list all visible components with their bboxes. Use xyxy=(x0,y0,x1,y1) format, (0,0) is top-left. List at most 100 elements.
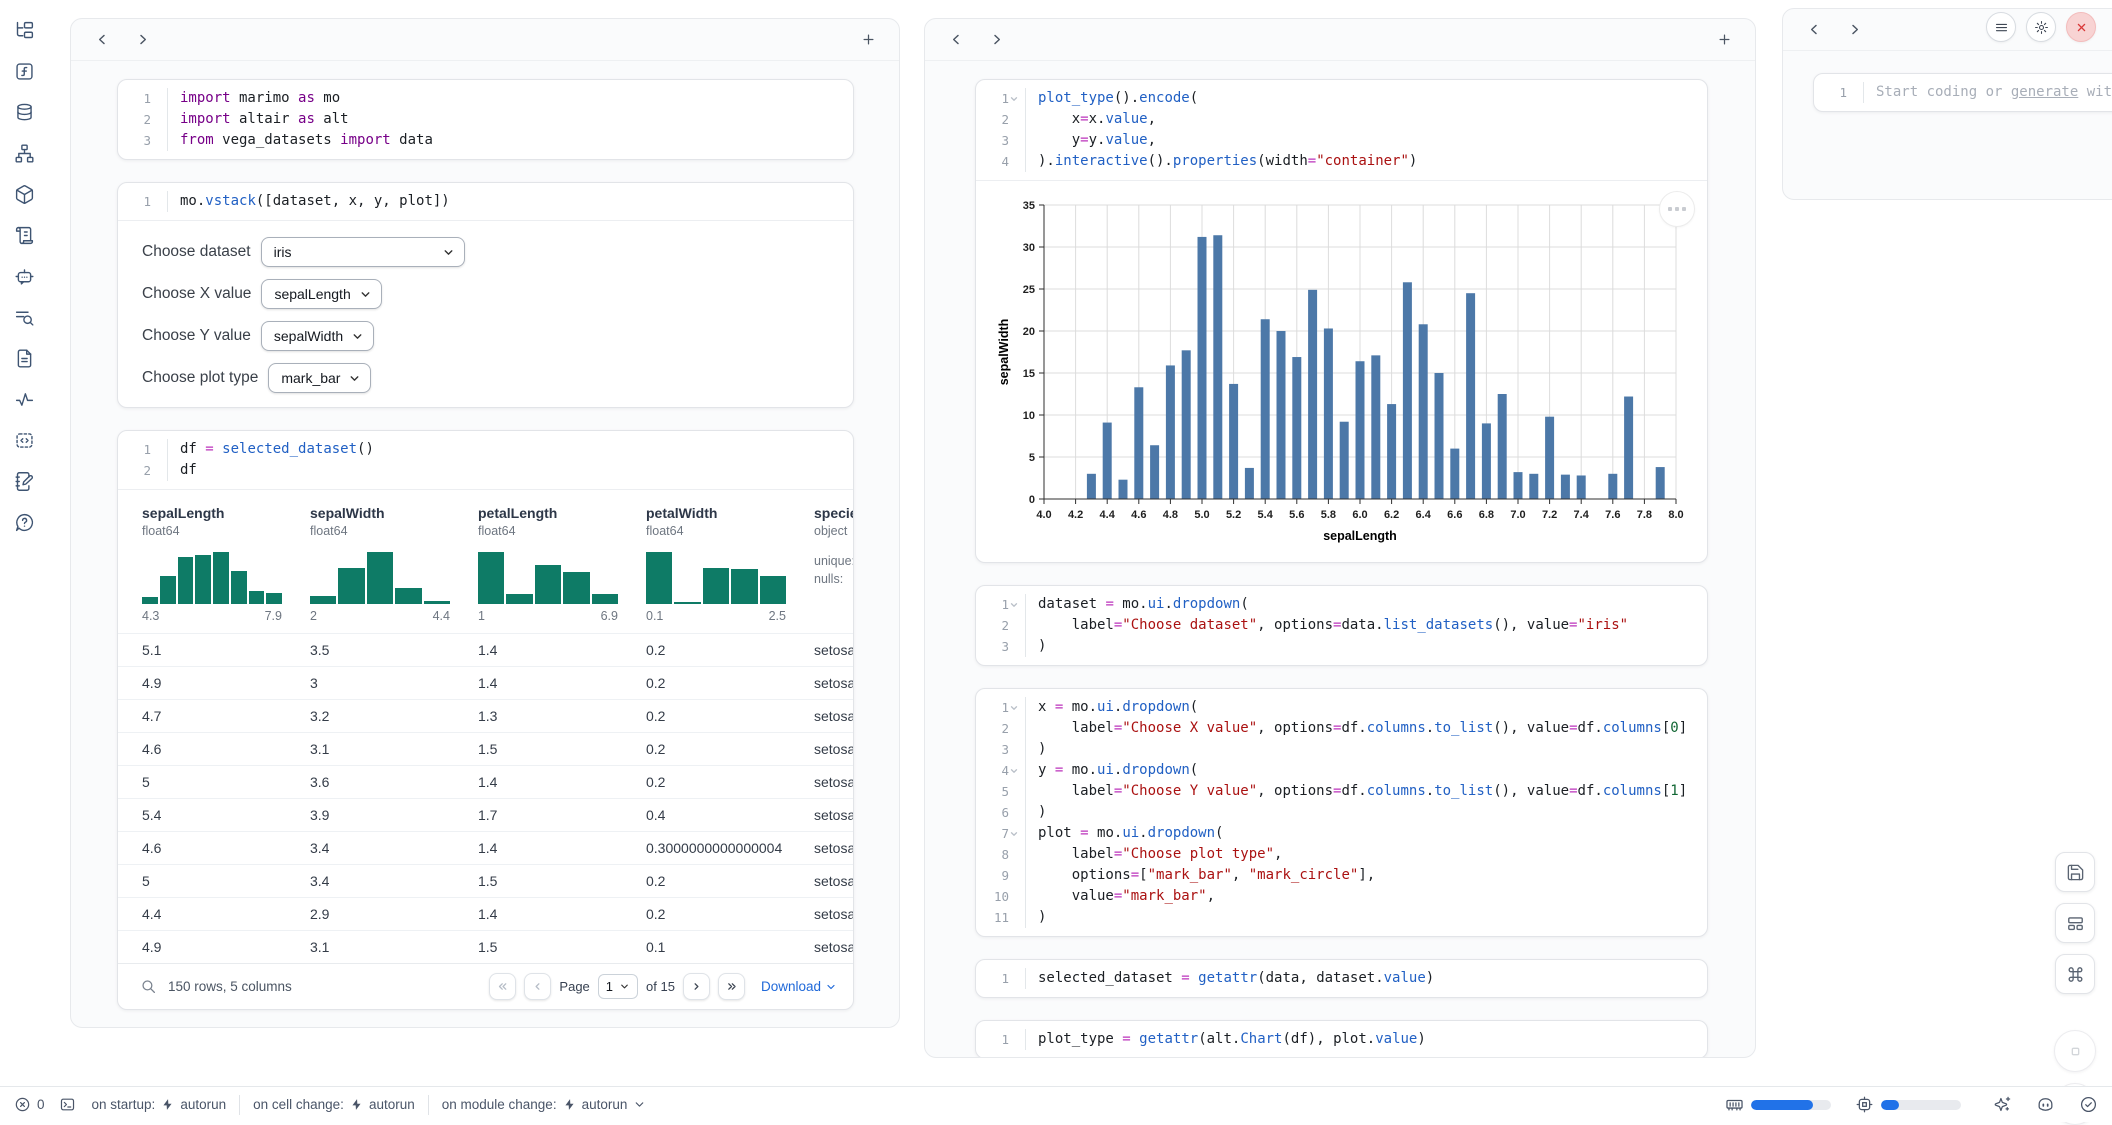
column-header-species[interactable]: speciesobjectunique:nulls: xyxy=(812,490,853,633)
on-module-change-setting[interactable]: on module change: autorun xyxy=(442,1097,647,1112)
documentation-icon[interactable] xyxy=(12,346,36,370)
dependency-graph-icon[interactable] xyxy=(12,141,36,165)
chevron-down-icon xyxy=(442,246,455,259)
table-row: 5.43.91.70.4setosa xyxy=(118,798,853,831)
search-icon[interactable] xyxy=(140,978,157,995)
close-icon[interactable] xyxy=(2066,12,2096,42)
code-line[interactable]: 8 label="Choose plot type", xyxy=(980,844,1697,865)
list-search-icon[interactable] xyxy=(12,305,36,329)
command-palette-icon[interactable] xyxy=(2055,954,2095,994)
column-header-sepalLength[interactable]: sepalLengthfloat644.37.9 xyxy=(140,490,308,633)
table-header-row: sepalLengthfloat644.37.9sepalWidthfloat6… xyxy=(118,490,853,633)
notebook-pen-icon[interactable] xyxy=(12,469,36,493)
svg-text:4.8: 4.8 xyxy=(1163,509,1178,521)
add-cell-icon[interactable] xyxy=(1711,27,1737,53)
code-line[interactable]: 1plot_type().encode( xyxy=(980,88,1697,109)
column-header-petalWidth[interactable]: petalWidthfloat640.12.5 xyxy=(644,490,812,633)
choose-y-value-select[interactable]: sepalWidth xyxy=(261,321,374,351)
table-footer: 150 rows, 5 columns Page 1 of 15 Downloa… xyxy=(118,963,853,1009)
layout-panels-icon[interactable] xyxy=(2055,903,2095,943)
code-line[interactable]: 2 label="Choose X value", options=df.col… xyxy=(980,718,1697,739)
dropdown-row: Choose Y valuesepalWidth xyxy=(142,321,829,351)
code-editor[interactable]: 1plot_type = getattr(alt.Chart(df), plot… xyxy=(976,1021,1707,1058)
snippets-icon[interactable] xyxy=(12,428,36,452)
code-line[interactable]: 1import marimo as mo xyxy=(122,88,843,109)
prev-page-button[interactable] xyxy=(524,973,551,1000)
code-line[interactable]: 3) xyxy=(980,636,1697,657)
next-page-button[interactable] xyxy=(683,973,710,1000)
code-line[interactable]: 11) xyxy=(980,907,1697,928)
column-left-icon[interactable] xyxy=(89,27,115,53)
svg-text:4.0: 4.0 xyxy=(1036,509,1051,521)
function-square-icon[interactable] xyxy=(12,59,36,83)
code-line[interactable]: 4y = mo.ui.dropdown( xyxy=(980,760,1697,781)
code-line[interactable]: 1dataset = mo.ui.dropdown( xyxy=(980,594,1697,615)
code-editor[interactable]: 1x = mo.ui.dropdown(2 label="Choose X va… xyxy=(976,689,1707,936)
code-line[interactable]: 3from vega_datasets import data xyxy=(122,130,843,151)
column-right-icon[interactable] xyxy=(1841,17,1867,43)
first-page-button[interactable] xyxy=(489,973,516,1000)
save-icon[interactable] xyxy=(2055,852,2095,892)
cell-dataframe: 1df = selected_dataset()2df sepalLengthf… xyxy=(117,430,854,1010)
download-button[interactable]: Download xyxy=(761,979,837,994)
add-cell-icon[interactable] xyxy=(855,27,881,53)
chat-bot-icon[interactable] xyxy=(12,264,36,288)
choose-x-value-select[interactable]: sepalLength xyxy=(261,279,381,309)
database-icon[interactable] xyxy=(12,100,36,124)
code-editor[interactable]: 1mo.vstack([dataset, x, y, plot]) xyxy=(118,183,853,220)
code-line[interactable]: 1df = selected_dataset() xyxy=(122,439,843,460)
code-line[interactable]: 1Start coding or generate with AI xyxy=(1818,82,2112,103)
code-line[interactable]: 3 y=y.value, xyxy=(980,130,1697,151)
column-left-icon[interactable] xyxy=(1801,17,1827,43)
code-line[interactable]: 4).interactive().properties(width="conta… xyxy=(980,151,1697,172)
terminal-icon[interactable] xyxy=(59,1096,76,1113)
code-line[interactable]: 2 label="Choose dataset", options=data.l… xyxy=(980,615,1697,636)
column-left-icon[interactable] xyxy=(943,27,969,53)
code-editor[interactable]: 1plot_type().encode(2 x=x.value,3 y=y.va… xyxy=(976,80,1707,180)
settings-gear-icon[interactable] xyxy=(2026,12,2056,42)
column-right-icon[interactable] xyxy=(129,27,155,53)
code-line[interactable]: 7plot = mo.ui.dropdown( xyxy=(980,823,1697,844)
on-cell-change-setting[interactable]: on cell change: autorun xyxy=(253,1097,415,1112)
menu-icon[interactable] xyxy=(1986,12,2016,42)
on-startup-setting[interactable]: on startup: autorun xyxy=(92,1097,227,1112)
package-icon[interactable] xyxy=(12,182,36,206)
stop-kernel-icon[interactable] xyxy=(2054,1030,2096,1072)
code-editor[interactable]: 1dataset = mo.ui.dropdown(2 label="Choos… xyxy=(976,586,1707,665)
help-icon[interactable] xyxy=(12,510,36,534)
choose-dataset-select[interactable]: iris xyxy=(261,237,465,267)
table-cell: 1.5 xyxy=(476,939,644,955)
column-header-petalLength[interactable]: petalLengthfloat6416.9 xyxy=(476,490,644,633)
code-line[interactable]: 3) xyxy=(980,739,1697,760)
activity-icon[interactable] xyxy=(12,387,36,411)
code-editor[interactable]: 1df = selected_dataset()2df xyxy=(118,431,853,489)
code-line[interactable]: 9 options=["mark_bar", "mark_circle"], xyxy=(980,865,1697,886)
last-page-button[interactable] xyxy=(718,973,745,1000)
code-editor[interactable]: 1Start coding or generate with AI xyxy=(1814,74,2112,111)
vega-actions-icon[interactable] xyxy=(1659,191,1695,227)
connection-check-icon[interactable] xyxy=(2079,1095,2098,1114)
code-line[interactable]: 2 x=x.value, xyxy=(980,109,1697,130)
code-line[interactable]: 2import altair as alt xyxy=(122,109,843,130)
code-line[interactable]: 10 value="mark_bar", xyxy=(980,886,1697,907)
page-select[interactable]: 1 xyxy=(598,974,638,999)
code-editor[interactable]: 1selected_dataset = getattr(data, datase… xyxy=(976,960,1707,997)
script-scroll-icon[interactable] xyxy=(12,223,36,247)
notebook-actions xyxy=(2054,852,2096,1125)
errors-indicator[interactable]: 0 xyxy=(14,1096,45,1113)
code-line[interactable]: 2df xyxy=(122,460,843,481)
column-header-sepalWidth[interactable]: sepalWidthfloat6424.4 xyxy=(308,490,476,633)
bar-chart[interactable]: 4.04.24.44.64.85.05.25.45.65.86.06.26.46… xyxy=(988,193,1694,553)
copilot-icon[interactable] xyxy=(2036,1095,2055,1114)
code-line[interactable]: 6) xyxy=(980,802,1697,823)
ai-sparkles-icon[interactable] xyxy=(1993,1095,2012,1114)
choose-plot-type-select[interactable]: mark_bar xyxy=(268,363,371,393)
code-editor[interactable]: 1import marimo as mo2import altair as al… xyxy=(118,80,853,159)
code-line[interactable]: 1plot_type = getattr(alt.Chart(df), plot… xyxy=(980,1029,1697,1050)
code-line[interactable]: 1selected_dataset = getattr(data, datase… xyxy=(980,968,1697,989)
column-right-icon[interactable] xyxy=(983,27,1009,53)
code-line[interactable]: 5 label="Choose Y value", options=df.col… xyxy=(980,781,1697,802)
code-line[interactable]: 1x = mo.ui.dropdown( xyxy=(980,697,1697,718)
file-tree-icon[interactable] xyxy=(12,18,36,42)
code-line[interactable]: 1mo.vstack([dataset, x, y, plot]) xyxy=(122,191,843,212)
